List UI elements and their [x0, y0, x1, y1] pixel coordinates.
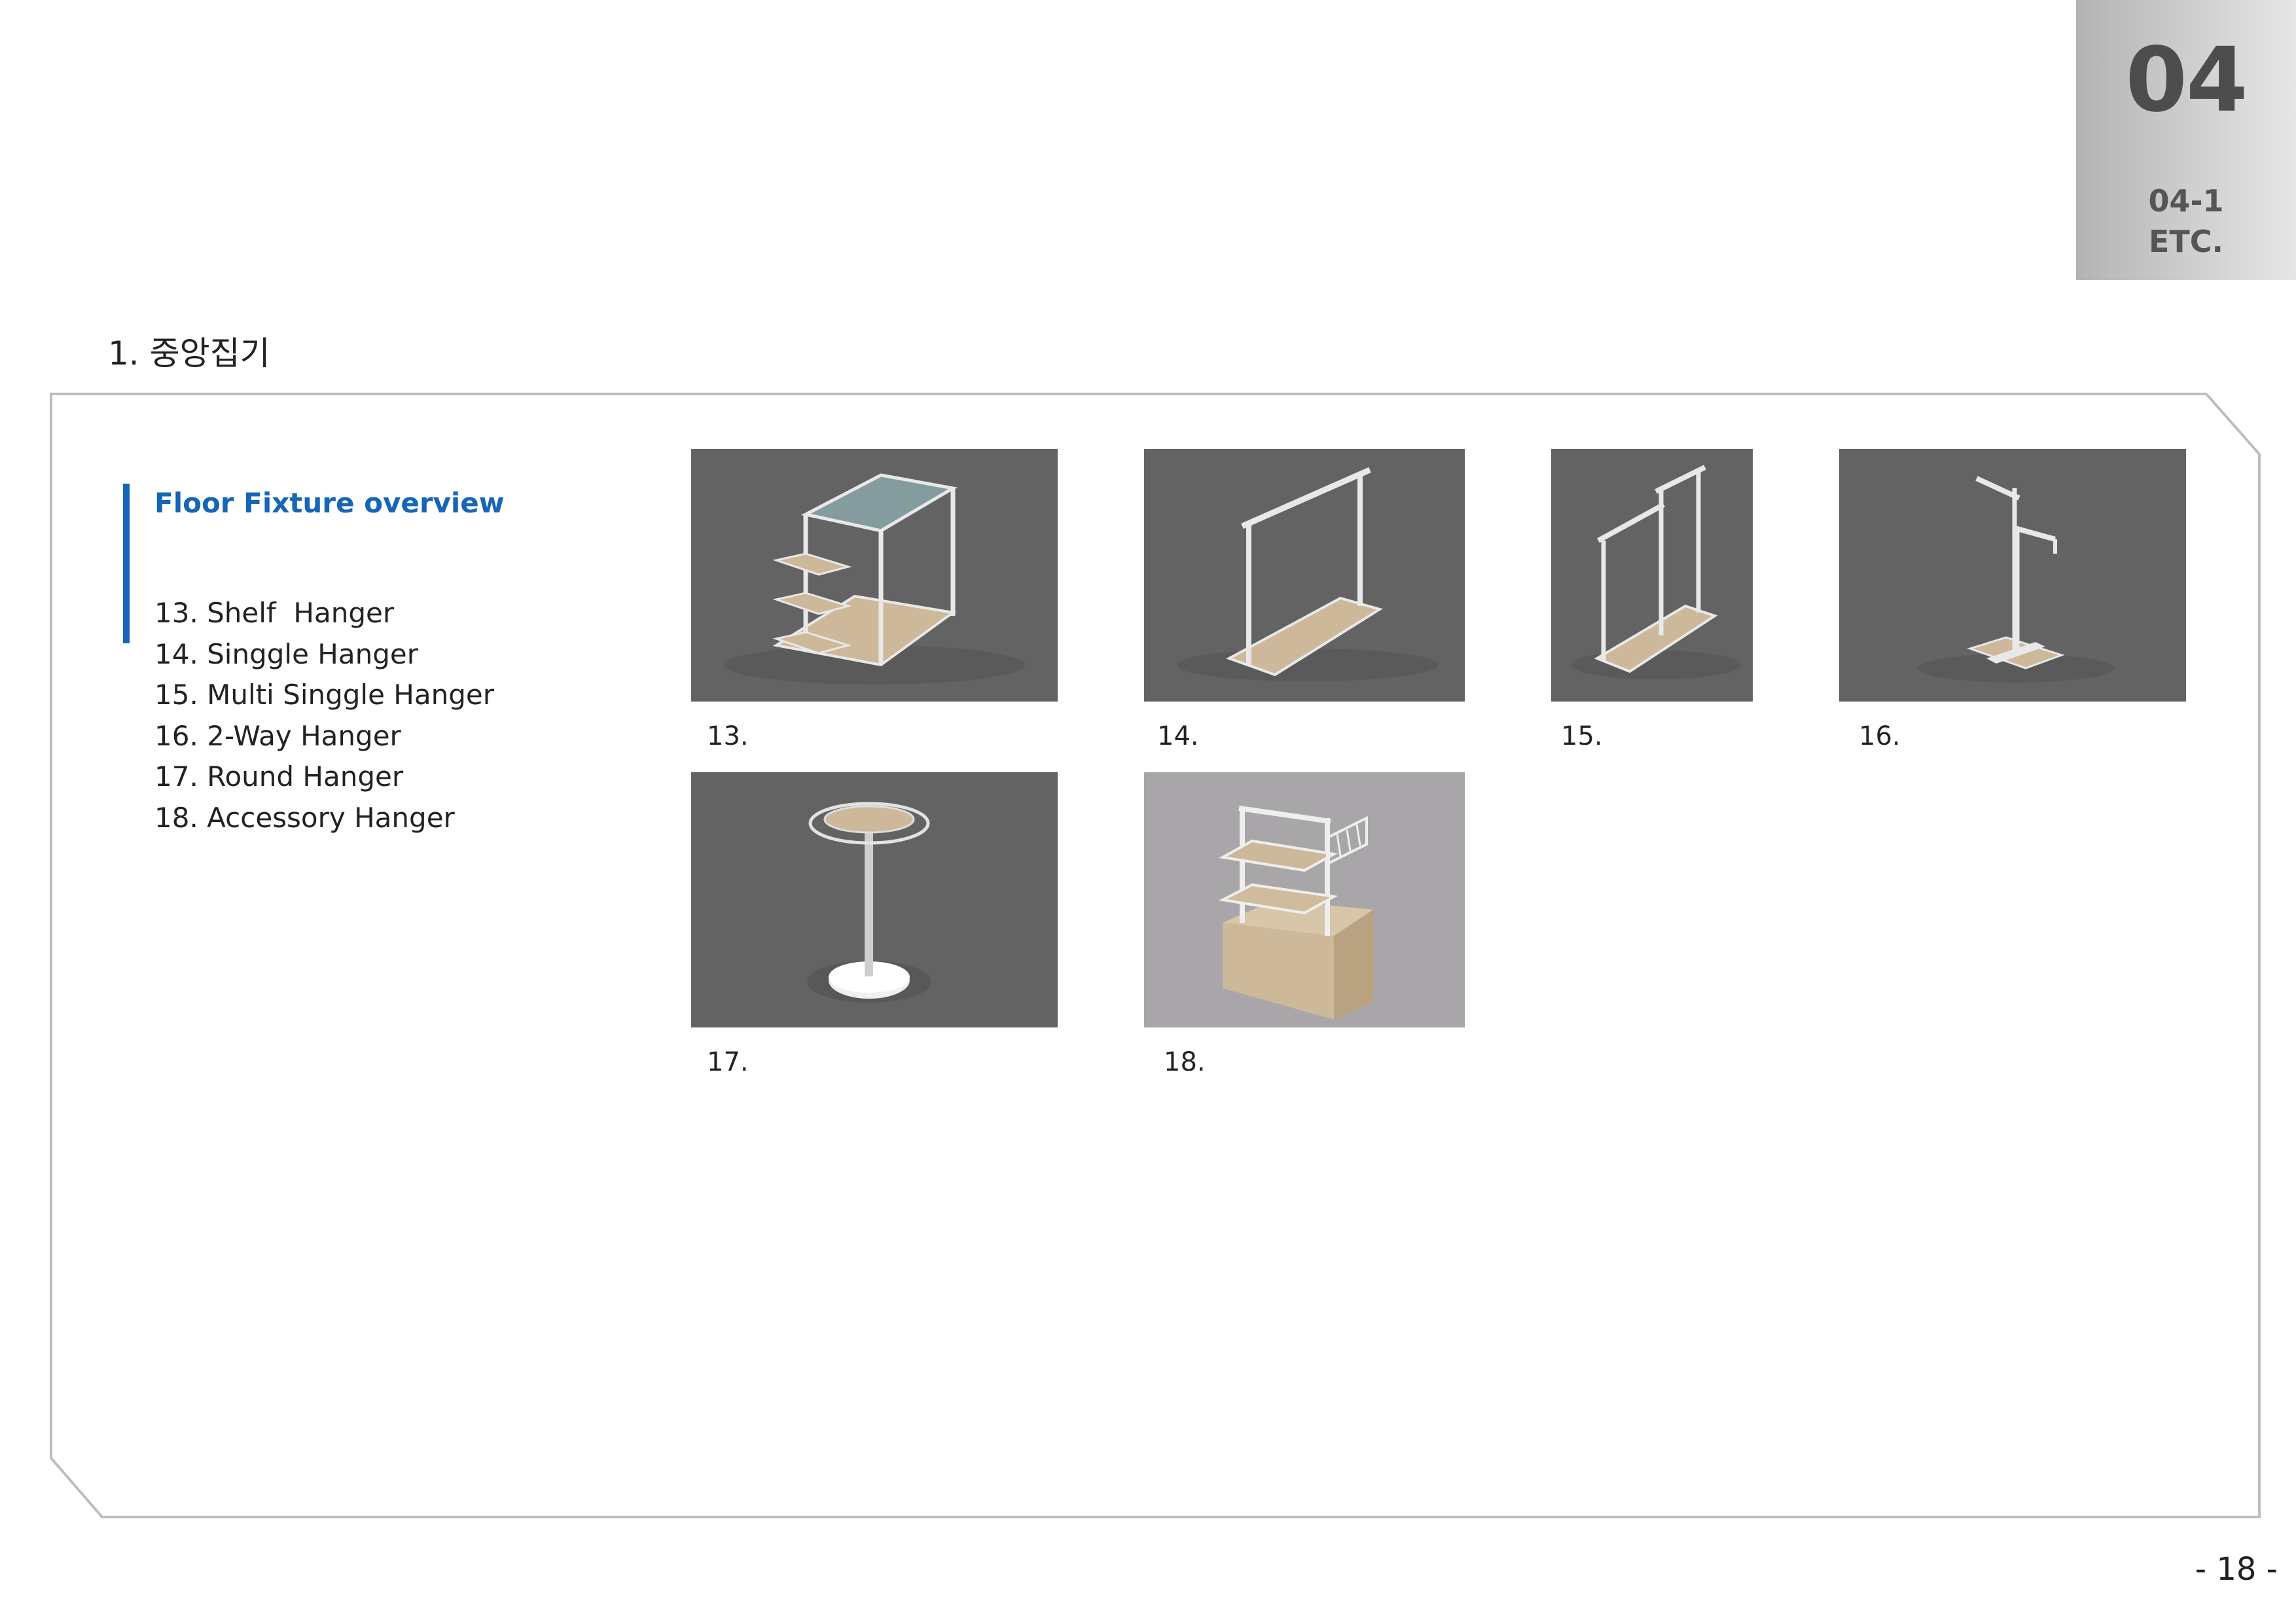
- list-item: 17. Round Hanger: [154, 760, 404, 793]
- caption-17: 17.: [707, 1047, 749, 1077]
- page-number: - 18 -: [2195, 1551, 2278, 1588]
- list-item: 18. Accessory Hanger: [154, 801, 455, 834]
- accent-bar: [123, 484, 130, 643]
- caption-18: 18.: [1164, 1047, 1206, 1077]
- list-item: 16. 2-Way Hanger: [154, 719, 401, 752]
- two-way-hanger-render: [1839, 449, 2186, 702]
- overview-title: Floor Fixture overview: [154, 487, 505, 519]
- round-hanger-render: [691, 772, 1058, 1027]
- fixture-list: 13. Shelf Hanger 14. Singgle Hanger 15. …: [154, 593, 494, 838]
- shelf-hanger-render: [691, 449, 1058, 702]
- list-item: 15. Multi Singgle Hanger: [154, 679, 494, 711]
- multi-singgle-hanger-render: [1551, 449, 1753, 702]
- accessory-hanger-render: [1144, 772, 1465, 1027]
- caption-15: 15.: [1561, 721, 1603, 751]
- list-item: 13. Shelf Hanger: [154, 597, 395, 629]
- list-item: 14. Singgle Hanger: [154, 637, 418, 670]
- caption-13: 13.: [707, 721, 749, 751]
- caption-14: 14.: [1157, 721, 1199, 751]
- singgle-hanger-render: [1144, 449, 1465, 702]
- caption-16: 16.: [1859, 721, 1901, 751]
